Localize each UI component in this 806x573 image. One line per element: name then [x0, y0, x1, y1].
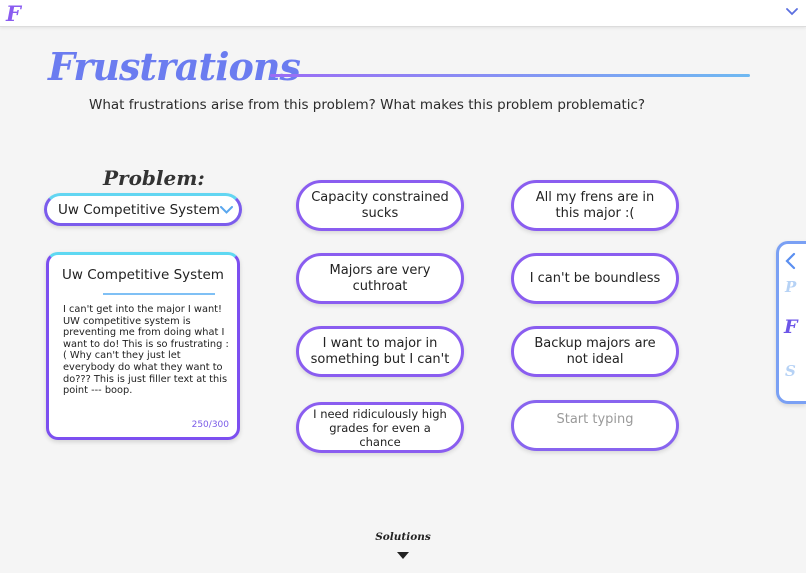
problem-label: Problem:: [103, 166, 205, 190]
page-subtitle: What frustrations arise from this proble…: [89, 97, 646, 113]
problem-select[interactable]: Uw Competitive System: [44, 193, 242, 226]
problem-select-value: Uw Competitive System: [58, 202, 220, 218]
chevron-down-icon[interactable]: [786, 8, 798, 16]
next-section-label[interactable]: Solutions: [0, 531, 806, 543]
chevron-down-icon: [220, 206, 233, 214]
title-divider: [270, 74, 750, 77]
page-title: Frustrations: [48, 44, 301, 89]
frustration-pill[interactable]: Capacity constrained sucks: [296, 180, 464, 231]
side-nav-item-frustrations[interactable]: F: [784, 316, 798, 338]
app-logo[interactable]: F: [6, 1, 21, 26]
problem-card-divider: [103, 293, 215, 295]
side-nav: P F S: [776, 241, 806, 404]
frustration-pill[interactable]: All my frens are in this major :(: [511, 180, 679, 231]
problem-card-description[interactable]: I can't get into the major I want! UW co…: [63, 304, 231, 397]
new-frustration-input[interactable]: Start typing: [511, 400, 679, 451]
problem-card[interactable]: Uw Competitive System I can't get into t…: [46, 252, 240, 440]
top-bar: F: [0, 0, 806, 27]
problem-card-title: Uw Competitive System: [62, 267, 224, 283]
frustration-pill[interactable]: I want to major in something but I can't: [296, 326, 464, 377]
character-count: 250/300: [191, 420, 229, 430]
frustration-pill[interactable]: I need ridiculously high grades for even…: [296, 402, 464, 453]
side-nav-item-solutions[interactable]: S: [785, 362, 796, 380]
caret-down-icon[interactable]: [396, 551, 410, 560]
side-nav-item-problem[interactable]: P: [785, 278, 796, 296]
chevron-left-icon[interactable]: [783, 252, 799, 270]
frustration-pill[interactable]: I can't be boundless: [511, 253, 679, 304]
frustration-pill[interactable]: Backup majors are not ideal: [511, 326, 679, 377]
frustration-pill[interactable]: Majors are very cuthroat: [296, 253, 464, 304]
